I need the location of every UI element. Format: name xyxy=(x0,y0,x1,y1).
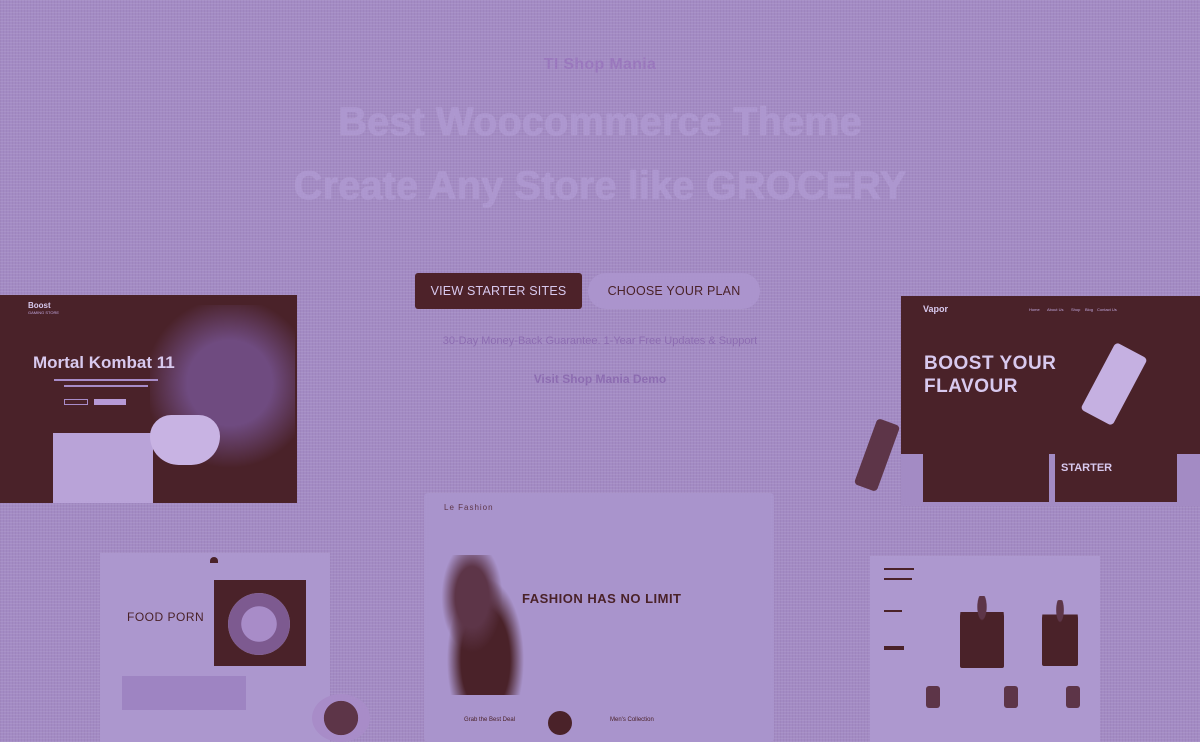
vapor-title-line: BOOST YOUR xyxy=(924,353,1057,374)
vapor-nav-item: Contact Us xyxy=(1097,307,1117,312)
hero-eyebrow: TI Shop Mania xyxy=(543,56,657,73)
vapor-logo: Vapor xyxy=(923,304,949,314)
preview-card-food[interactable]: FOOD PORN xyxy=(100,553,330,742)
view-starter-sites-button[interactable]: VIEW STARTER SITES xyxy=(415,273,582,309)
vapor-tile: STARTER xyxy=(1055,442,1177,502)
gaming-filled-button xyxy=(94,399,126,405)
gaming-brand-sub: GAMING STORE xyxy=(28,310,60,315)
preview-card-gaming[interactable]: Boost GAMING STORE Mortal Kombat 11 xyxy=(0,295,297,503)
fashion-footer-text: Men's Collection xyxy=(610,717,654,723)
vapor-nav-item: Home xyxy=(1029,307,1040,312)
male-model-image xyxy=(960,596,1004,668)
preview-card-menswear[interactable] xyxy=(870,556,1100,742)
gaming-text-line xyxy=(64,385,148,387)
salad-plate-image xyxy=(312,694,370,742)
gaming-thumbnail xyxy=(53,433,153,503)
fashion-model-image xyxy=(436,555,526,695)
menswear-button xyxy=(884,646,904,650)
gaming-outline-button xyxy=(64,399,88,405)
pizza-image xyxy=(228,593,290,655)
product-thumb xyxy=(1066,686,1080,708)
food-gallery-strip xyxy=(122,676,246,710)
menswear-text-line xyxy=(884,568,914,570)
gaming-title: Mortal Kombat 11 xyxy=(33,353,175,372)
gaming-text-line xyxy=(54,379,158,381)
food-logo-icon xyxy=(210,557,218,563)
gamepad-icon xyxy=(150,415,220,465)
preview-card-fashion[interactable]: Le Fashion FASHION HAS NO LIMIT Grab the… xyxy=(424,493,774,742)
vapor-tile-label: STARTER xyxy=(1061,462,1113,474)
vape-bottle-image xyxy=(853,418,901,492)
vapor-tile xyxy=(923,442,1049,502)
vapor-nav-item: Shop xyxy=(1071,307,1081,312)
male-model-image xyxy=(1042,600,1078,666)
product-thumb xyxy=(1004,686,1018,708)
preview-card-vapor[interactable]: Vapor Home About Us Shop Blog Contact Us… xyxy=(901,296,1200,506)
fashion-footer-text: Grab the Best Deal xyxy=(464,717,516,723)
hero-headline: Best Woocommerce Theme xyxy=(338,100,862,144)
gaming-brand: Boost xyxy=(28,301,51,310)
fashion-logo: Le Fashion xyxy=(444,503,494,512)
fashion-product-image xyxy=(548,711,572,735)
vapor-nav-item: Blog xyxy=(1085,307,1094,312)
fighter-image xyxy=(150,305,295,500)
choose-your-plan-button[interactable]: CHOOSE YOUR PLAN xyxy=(588,273,760,309)
menswear-text-line xyxy=(884,610,902,612)
hero-subheadline: Create Any Store like GROCERY xyxy=(293,164,907,208)
vapor-title-line: FLAVOUR xyxy=(924,376,1018,398)
fashion-title: FASHION HAS NO LIMIT xyxy=(522,591,682,606)
food-title: FOOD PORN xyxy=(127,610,205,624)
product-thumb xyxy=(926,686,940,708)
vapor-title: BOOST YOUR FLAVOUR xyxy=(924,352,1056,398)
vapor-nav-item: About Us xyxy=(1047,307,1064,312)
menswear-text-line xyxy=(884,578,912,580)
